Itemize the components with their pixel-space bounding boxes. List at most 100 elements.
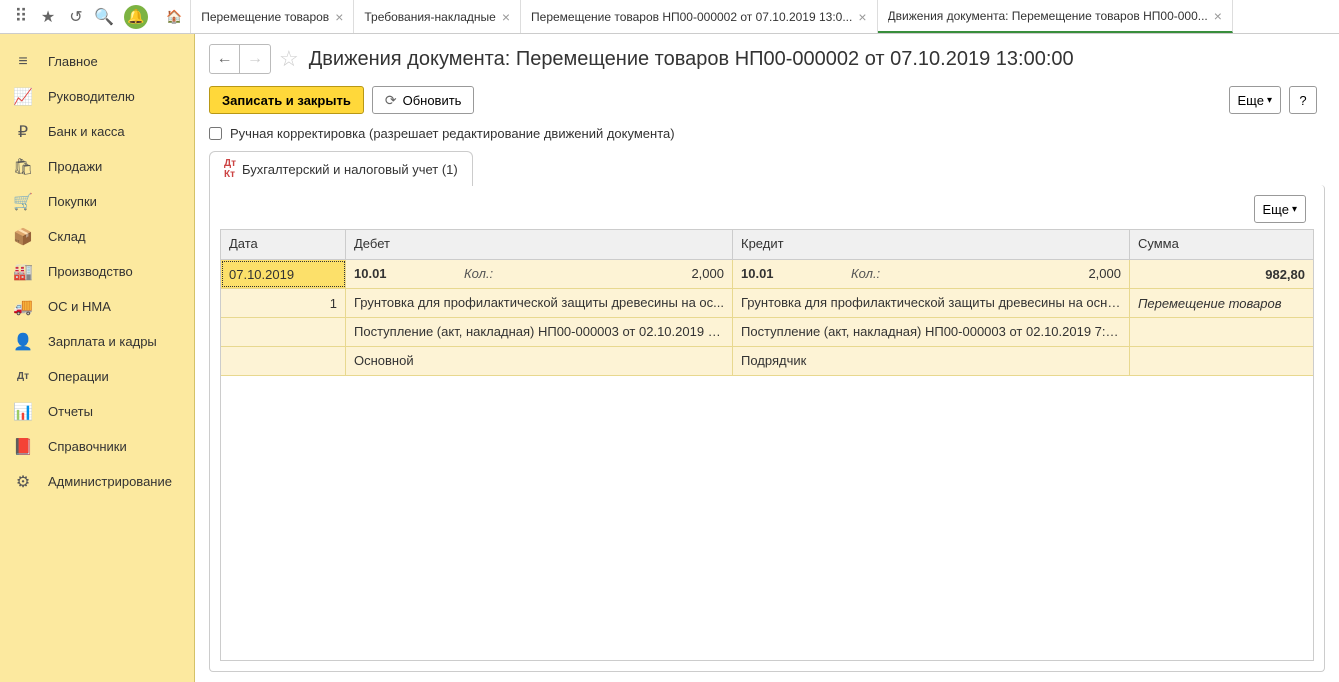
tab-1[interactable]: Требования-накладные ×: [354, 0, 521, 33]
save-close-button[interactable]: Записать и закрыть: [209, 86, 364, 114]
cell-operation: Перемещение товаров: [1130, 289, 1313, 317]
cell-debit: Основной: [346, 347, 733, 375]
sidebar-item-bank[interactable]: ₽Банк и касса: [0, 114, 194, 149]
close-icon[interactable]: ×: [1214, 8, 1222, 24]
bell-icon[interactable]: 🔔: [124, 5, 148, 29]
close-icon[interactable]: ×: [335, 9, 343, 25]
box-icon: 📦: [12, 226, 34, 248]
page-title: Движения документа: Перемещение товаров …: [309, 48, 1074, 71]
sidebar-item-main[interactable]: ≡ Главное: [0, 44, 194, 79]
bag-icon: 🛍: [12, 156, 34, 178]
sidebar-label: Главное: [48, 54, 98, 69]
factory-icon: 🏭: [12, 261, 34, 283]
sidebar-item-operations[interactable]: Дт Операции: [0, 359, 194, 394]
more-label: Еще: [1238, 93, 1264, 108]
checkbox-label: Ручная корректировка (разрешает редактир…: [230, 126, 675, 141]
cart-icon: 🛒: [12, 191, 34, 213]
close-icon[interactable]: ×: [502, 9, 510, 25]
history-icon[interactable]: ↺: [62, 3, 90, 31]
top-toolbar: ⠿ ★ ↺ 🔍 🔔 🏠 Перемещение товаров × Требов…: [0, 0, 1339, 34]
menu-icon: ≡: [12, 51, 34, 73]
sidebar: ≡ Главное 📈 Руководителю ₽Банк и касса 🛍 Пр…: [0, 34, 195, 682]
cell-empty: [221, 318, 346, 346]
star-icon[interactable]: ★: [34, 3, 62, 31]
manual-adjust-checkbox[interactable]: [209, 127, 222, 140]
accounting-tab[interactable]: ДтКт Бухгалтерский и налоговый учет (1): [209, 151, 473, 186]
sidebar-label: Продажи: [48, 159, 102, 174]
credit-account: 10.01: [741, 266, 851, 281]
more-label: Еще: [1263, 202, 1289, 217]
cell-debit: Грунтовка для профилактической защиты др…: [346, 289, 733, 317]
cell-empty: [221, 347, 346, 375]
grid-row[interactable]: 1 Грунтовка для профилактической защиты …: [221, 289, 1313, 318]
sidebar-label: Зарплата и кадры: [48, 334, 157, 349]
sidebar-label: Производство: [48, 264, 133, 279]
book-icon: 📕: [12, 436, 34, 458]
favorite-icon[interactable]: ☆: [279, 46, 299, 72]
tab-2[interactable]: Перемещение товаров НП00-000002 от 07.10…: [521, 0, 878, 33]
cell-empty: [1130, 347, 1313, 375]
inner-tab-label: Бухгалтерский и налоговый учет (1): [242, 162, 458, 177]
cell-debit: 10.01 Кол.: 2,000: [346, 260, 733, 288]
cell-debit: Поступление (акт, накладная) НП00-000003…: [346, 318, 733, 346]
sidebar-item-warehouse[interactable]: 📦 Склад: [0, 219, 194, 254]
col-sum[interactable]: Сумма: [1130, 230, 1313, 259]
home-tab[interactable]: 🏠: [158, 0, 191, 33]
dtkt-icon: ДтКт: [224, 158, 236, 180]
tab-0[interactable]: Перемещение товаров ×: [191, 0, 354, 33]
sidebar-label: Руководителю: [48, 89, 135, 104]
credit-qty: 2,000: [1021, 266, 1121, 281]
tab-label: Движения документа: Перемещение товаров …: [888, 9, 1208, 23]
debit-qty: 2,000: [624, 266, 724, 281]
col-date[interactable]: Дата: [221, 230, 346, 259]
tab-3[interactable]: Движения документа: Перемещение товаров …: [878, 0, 1233, 33]
cell-credit: Подрядчик: [733, 347, 1130, 375]
grid-more-button[interactable]: Еще ▾: [1254, 195, 1306, 223]
grid-row[interactable]: Основной Подрядчик: [221, 347, 1313, 376]
chevron-down-icon: ▾: [1267, 95, 1272, 106]
qty-label: Кол.:: [851, 266, 1021, 281]
sidebar-label: Банк и касса: [48, 124, 125, 139]
col-debit[interactable]: Дебет: [346, 230, 733, 259]
grid-row[interactable]: 07.10.2019 10.01 Кол.: 2,000 10.01 Кол.:…: [221, 260, 1313, 289]
back-button[interactable]: ←: [210, 45, 240, 73]
help-button[interactable]: ?: [1289, 86, 1317, 114]
forward-button[interactable]: →: [240, 45, 270, 73]
tab-label: Перемещение товаров: [201, 10, 329, 24]
cell-date[interactable]: 07.10.2019: [221, 260, 346, 288]
postings-grid[interactable]: Дата Дебет Кредит Сумма 07.10.2019 10.01…: [220, 229, 1314, 661]
person-icon: 👤: [12, 331, 34, 353]
refresh-button[interactable]: ⟳ Обновить: [372, 86, 475, 114]
apps-icon[interactable]: ⠿: [6, 3, 34, 31]
col-credit[interactable]: Кредит: [733, 230, 1130, 259]
content: ← → ☆ Движения документа: Перемещение то…: [195, 34, 1339, 682]
sidebar-label: Операции: [48, 369, 109, 384]
sidebar-item-manager[interactable]: 📈 Руководителю: [0, 79, 194, 114]
sidebar-label: Склад: [48, 229, 86, 244]
sidebar-label: Покупки: [48, 194, 97, 209]
dtkt-icon: Дт: [12, 366, 34, 388]
chart-icon: 📈: [12, 86, 34, 108]
debit-account: 10.01: [354, 266, 464, 281]
more-button[interactable]: Еще ▾: [1229, 86, 1281, 114]
tab-label: Требования-накладные: [364, 10, 495, 24]
sidebar-item-refs[interactable]: 📕Справочники: [0, 429, 194, 464]
sidebar-item-production[interactable]: 🏭 Производство: [0, 254, 194, 289]
sidebar-item-purchases[interactable]: 🛒 Покупки: [0, 184, 194, 219]
cell-num: 1: [221, 289, 346, 317]
search-icon[interactable]: 🔍: [90, 3, 118, 31]
sidebar-item-admin[interactable]: ⚙Администрирование: [0, 464, 194, 499]
grid-row[interactable]: Поступление (акт, накладная) НП00-000003…: [221, 318, 1313, 347]
cell-sum: 982,80: [1130, 260, 1313, 288]
tab-label: Перемещение товаров НП00-000002 от 07.10…: [531, 10, 852, 24]
gear-icon: ⚙: [12, 471, 34, 493]
sidebar-item-reports[interactable]: 📊Отчеты: [0, 394, 194, 429]
refresh-label: Обновить: [403, 93, 462, 108]
sidebar-item-assets[interactable]: 🚚ОС и НМА: [0, 289, 194, 324]
nav-buttons: ← →: [209, 44, 271, 74]
chevron-down-icon: ▾: [1292, 204, 1297, 215]
sidebar-item-sales[interactable]: 🛍 Продажи: [0, 149, 194, 184]
close-icon[interactable]: ×: [858, 9, 866, 25]
refresh-icon: ⟳: [385, 92, 397, 109]
sidebar-item-salary[interactable]: 👤 Зарплата и кадры: [0, 324, 194, 359]
